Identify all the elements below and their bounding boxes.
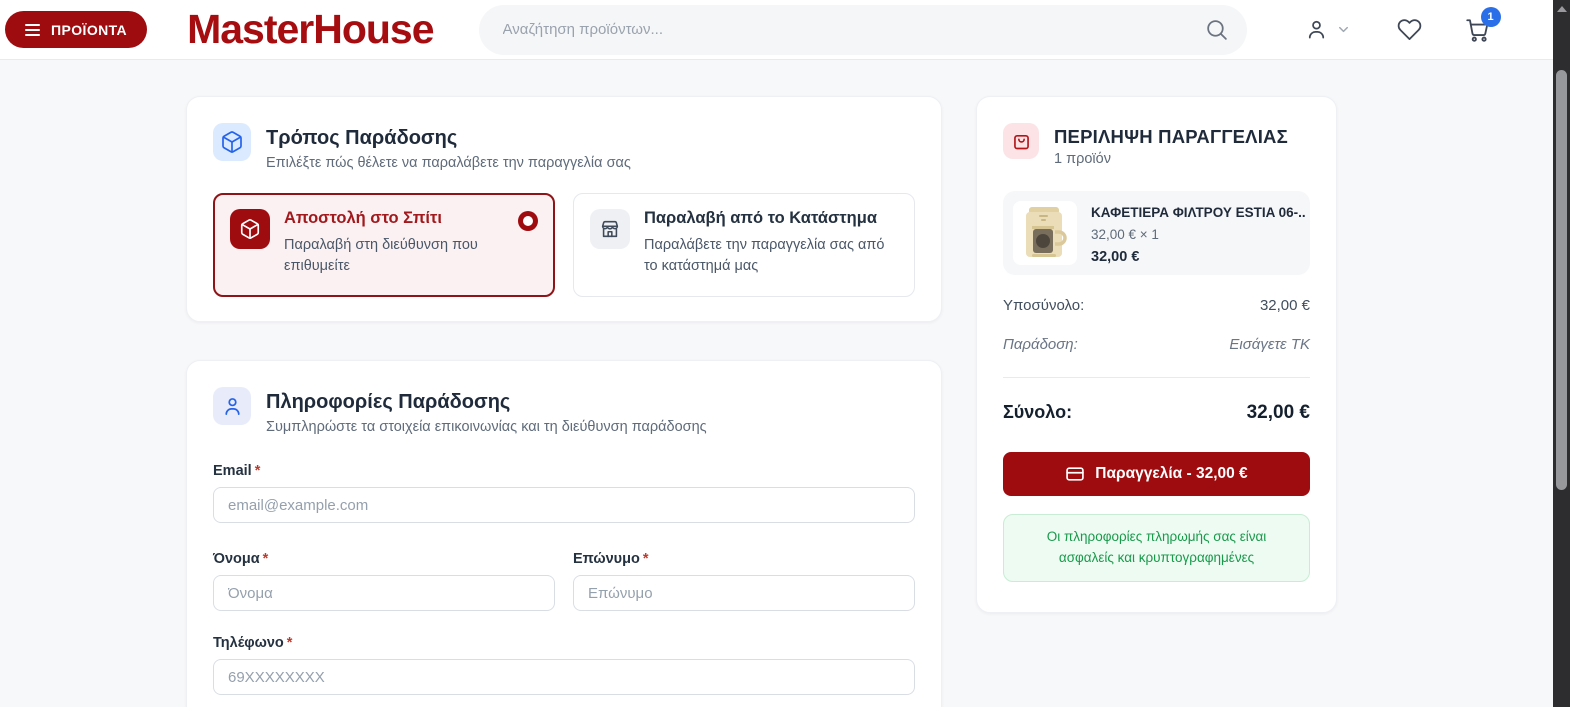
products-menu-button[interactable]: ΠΡΟΪΟΝΤΑ xyxy=(5,11,148,48)
cart-button[interactable]: 1 xyxy=(1464,6,1501,43)
option-home-description: Παραλαβή στη διεύθυνση που επιθυμείτε xyxy=(284,237,478,275)
order-items-count: 1 προϊόν xyxy=(1054,151,1111,168)
first-name-field[interactable] xyxy=(213,575,555,611)
delivery-options: Αποστολή στο Σπίτι Παραλαβή στη διεύθυνσ… xyxy=(213,193,915,297)
search-button[interactable] xyxy=(1204,17,1229,42)
product-details: ΚΑΦΕΤΙΕΡΑ ΦΙΛΤΡΟΥ ESTIA 06-... 32,00 € ×… xyxy=(1091,201,1306,265)
last-name-label: Επώνυμο * xyxy=(573,551,649,567)
order-summary-header: ΠΕΡΙΛΗΨΗ ΠΑΡΑΓΓΕΛΙΑΣ 1 προϊόν xyxy=(1003,123,1310,167)
total-label: Σύνολο: xyxy=(1003,402,1073,423)
total-value: 32,00 € xyxy=(1246,402,1310,424)
scroll-up-arrow-icon[interactable] xyxy=(1557,6,1567,12)
heart-icon xyxy=(1397,19,1421,40)
delivery-cost-label: Παράδοση: xyxy=(1003,336,1078,354)
delivery-info-card: Πληροφορίες Παράδοσης Συμπληρώστε τα στο… xyxy=(186,360,942,707)
required-asterisk: * xyxy=(262,551,269,567)
delivery-method-subtitle: Επιλέξτε πώς θέλετε να παραλάβετε την πα… xyxy=(266,155,631,171)
store-icon xyxy=(590,209,630,249)
search-icon xyxy=(1206,20,1227,40)
option-home-title: Αποστολή στο Σπίτι xyxy=(284,209,442,227)
product-thumbnail xyxy=(1013,201,1077,266)
order-summary-card: ΠΕΡΙΛΗΨΗ ΠΑΡΑΓΓΕΛΙΑΣ 1 προϊόν ΚΑΦΕΤΙΕΡΑ … xyxy=(976,96,1337,614)
place-order-label: Παραγγελία - 32,00 € xyxy=(1095,465,1248,483)
last-name-field[interactable] xyxy=(573,575,915,611)
email-label: Email * xyxy=(213,463,261,479)
checkout-forms-column: Τρόπος Παράδοσης Επιλέξτε πώς θέλετε να … xyxy=(186,96,942,707)
delivery-method-header: Τρόπος Παράδοσης Επιλέξτε πώς θέλετε να … xyxy=(213,123,915,171)
wishlist-button[interactable] xyxy=(1397,17,1422,42)
first-name-label: Όνομα * xyxy=(213,551,269,567)
delivery-cost-row: Παράδοση: Εισάγετε ΤΚ xyxy=(1003,336,1310,353)
hamburger-icon xyxy=(25,23,40,36)
payment-security-note: Οι πληροφορίες πληρωμής σας είναι ασφαλε… xyxy=(1003,514,1310,583)
order-summary-title: ΠΕΡΙΛΗΨΗ ΠΑΡΑΓΓΕΛΙΑΣ xyxy=(1054,126,1288,147)
scrollbar-thumb[interactable] xyxy=(1556,70,1567,490)
delivery-option-store[interactable]: Παραλαβή από το Κατάστημα Παραλάβετε την… xyxy=(573,193,915,297)
delivery-method-card: Τρόπος Παράδοσης Επιλέξτε πώς θέλετε να … xyxy=(186,96,942,322)
credit-card-icon xyxy=(1066,467,1085,481)
package-icon xyxy=(213,123,251,161)
person-icon xyxy=(213,387,251,425)
product-line-total: 32,00 € xyxy=(1091,249,1140,266)
checkout-page: Τρόπος Παράδοσης Επιλέξτε πώς θέλετε να … xyxy=(0,60,1570,707)
option-store-title: Παραλαβή από το Κατάστημα xyxy=(644,209,877,227)
account-button[interactable] xyxy=(1305,18,1351,41)
place-order-button[interactable]: Παραγγελία - 32,00 € xyxy=(1003,452,1310,497)
search-bar[interactable] xyxy=(478,4,1247,55)
package-icon xyxy=(230,209,270,249)
delivery-info-subtitle: Συμπληρώστε τα στοιχεία επικοινωνίας και… xyxy=(266,419,707,435)
subtotal-label: Υποσύνολο: xyxy=(1003,297,1085,315)
option-texts: Παραλαβή από το Κατάστημα Παραλάβετε την… xyxy=(644,209,898,277)
delivery-option-home[interactable]: Αποστολή στο Σπίτι Παραλαβή στη διεύθυνσ… xyxy=(213,193,555,297)
cart-count-badge: 1 xyxy=(1480,6,1501,27)
search-input[interactable] xyxy=(502,21,1204,38)
delivery-info-title: Πληροφορίες Παράδοσης xyxy=(266,391,511,413)
email-field[interactable] xyxy=(213,487,915,523)
phone-label: Τηλέφωνο * xyxy=(213,635,293,651)
required-asterisk: * xyxy=(254,463,261,479)
product-name: ΚΑΦΕΤΙΕΡΑ ΦΙΛΤΡΟΥ ESTIA 06-... xyxy=(1091,205,1306,221)
product-price-qty: 32,00 € × 1 xyxy=(1091,227,1159,243)
products-button-label: ΠΡΟΪΟΝΤΑ xyxy=(51,21,128,38)
phone-field[interactable] xyxy=(213,659,915,695)
delivery-method-title: Τρόπος Παράδοσης xyxy=(266,127,458,149)
summary-divider xyxy=(1003,377,1310,379)
subtotal-row: Υποσύνολο: 32,00 € xyxy=(1003,297,1310,314)
name-fields-row: Όνομα* Επώνυμο* xyxy=(213,523,915,611)
total-row: Σύνολο: 32,00 € xyxy=(1003,402,1310,424)
required-asterisk: * xyxy=(642,551,649,567)
cart-line-item: ΚΑΦΕΤΙΕΡΑ ΦΙΛΤΡΟΥ ESTIA 06-... 32,00 € ×… xyxy=(1003,191,1310,276)
delivery-info-header: Πληροφορίες Παράδοσης Συμπληρώστε τα στο… xyxy=(213,387,915,435)
header-actions: 1 xyxy=(1305,6,1501,43)
radio-selected-icon xyxy=(518,211,538,231)
bag-icon xyxy=(1003,123,1039,159)
order-summary-column: ΠΕΡΙΛΗΨΗ ΠΑΡΑΓΓΕΛΙΑΣ 1 προϊόν ΚΑΦΕΤΙΕΡΑ … xyxy=(976,96,1337,614)
required-asterisk: * xyxy=(286,635,293,651)
option-texts: Αποστολή στο Σπίτι Παραλαβή στη διεύθυνσ… xyxy=(284,209,504,277)
site-logo[interactable]: MasterHouse xyxy=(187,6,434,53)
delivery-cost-value: Εισάγετε ΤΚ xyxy=(1229,336,1310,354)
site-header: ΠΡΟΪΟΝΤΑ MasterHouse Αναζήτηση προϊόντων… xyxy=(0,0,1570,60)
option-store-description: Παραλάβετε την παραγγελία σας από το κατ… xyxy=(644,237,885,275)
user-icon xyxy=(1308,20,1324,39)
page-scrollbar[interactable] xyxy=(1553,0,1570,707)
chevron-down-icon xyxy=(1338,26,1348,33)
subtotal-value: 32,00 € xyxy=(1259,297,1310,315)
